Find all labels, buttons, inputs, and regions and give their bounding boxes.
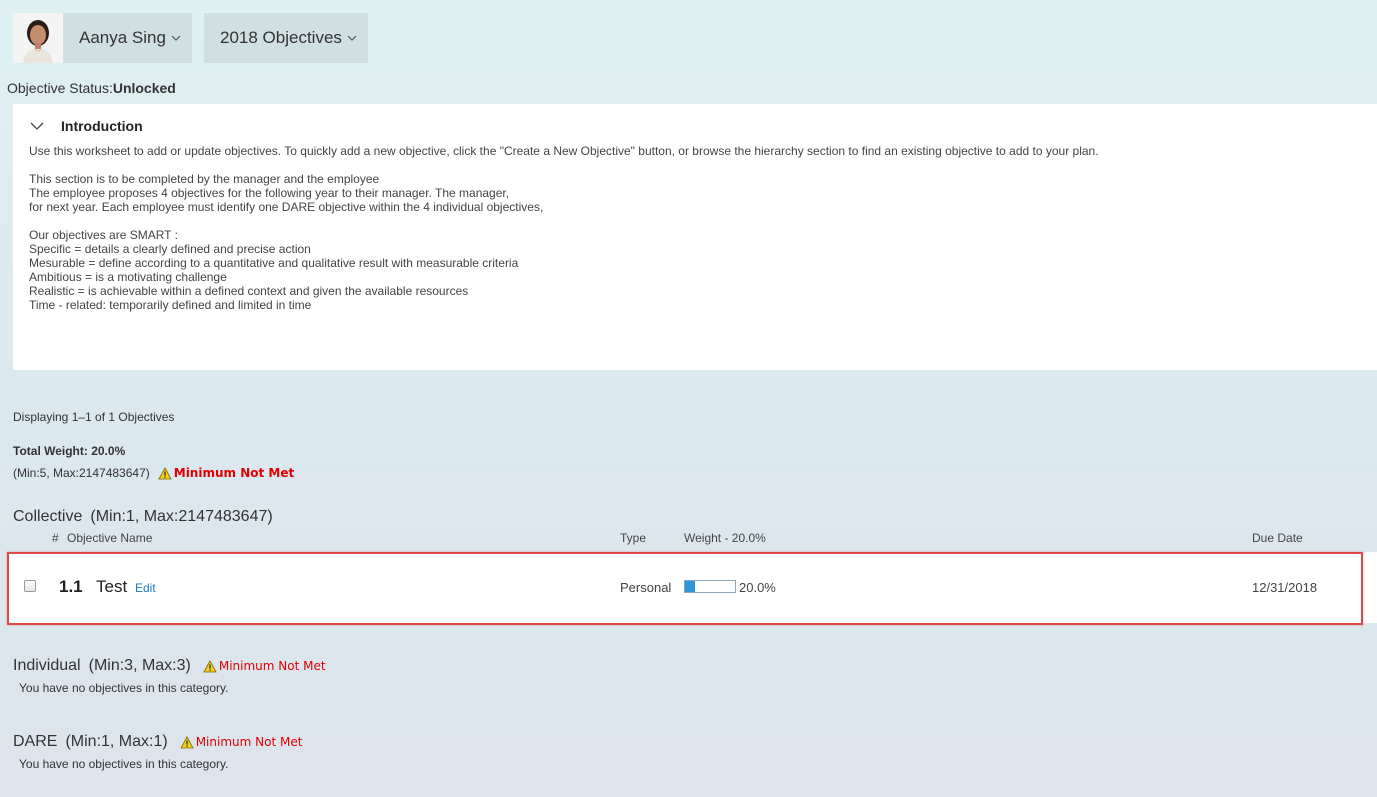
user-selector-button[interactable]: Aanya Sing [63,13,192,63]
plan-selector-button[interactable]: 2018 Objectives [204,13,368,63]
collapse-chevron-icon[interactable] [30,121,44,131]
intro-line: Ambitious = is a motivating challenge [29,270,227,284]
category-name: DARE [13,733,58,750]
warning-text: Minimum Not Met [173,466,295,480]
total-minmax: (Min:5, Max:2147483647) Minimum Not Met [13,466,294,480]
column-name-header[interactable]: Objective Name [67,531,152,545]
column-due-header[interactable]: Due Date [1252,531,1303,545]
warning-text: Minimum Not Met [195,735,303,749]
intro-line: Time - related: temporarily defined and … [29,298,312,312]
total-weight: Total Weight: 20.0% [13,444,126,458]
status-value: Unlocked [112,80,176,96]
introduction-title[interactable]: Introduction [61,118,143,134]
category-name: Collective [13,508,83,525]
warning-triangle-icon [180,735,194,748]
weight-progress-bar [684,580,736,593]
minmax-text: (Min:5, Max:2147483647) [13,466,150,480]
introduction-text: Use this worksheet to add or update obje… [29,144,1099,312]
edit-objective-link[interactable]: Edit [135,581,156,595]
chevron-down-icon [347,35,357,41]
intro-spacer [29,158,1099,172]
column-type-header[interactable]: Type [620,531,646,545]
user-name-label: Aanya Sing [79,28,166,47]
status-label: Objective Status: [7,80,113,96]
category-range: (Min:3, Max:3) [88,657,191,674]
warning-triangle-icon [203,659,217,672]
objective-name[interactable]: Test [96,577,127,597]
intro-line: The employee proposes 4 objectives for t… [29,186,510,200]
column-weight-header[interactable]: Weight - 20.0% [684,531,766,545]
category-collective-title: Collective (Min:1, Max:2147483647) [13,508,273,526]
objective-due-date: 12/31/2018 [1252,580,1318,595]
individual-empty-message: You have no objectives in this category. [19,681,229,695]
dare-empty-message: You have no objectives in this category. [19,757,229,771]
intro-line: This section is to be completed by the m… [29,172,380,186]
minimum-warning: Minimum Not Met [180,735,303,749]
category-name: Individual [13,657,81,674]
intro-line: Our objectives are SMART : [29,228,178,242]
weight-progress-fill [685,581,695,592]
minimum-warning: Minimum Not Met [203,659,326,673]
warning-text: Minimum Not Met [218,659,326,673]
column-number-header: # [52,531,59,545]
category-range: (Min:1, Max:2147483647) [90,508,273,525]
plan-name-label: 2018 Objectives [220,28,342,47]
avatar [13,13,63,63]
objective-number: 1.1 [59,577,83,596]
intro-line: for next year. Each employee must identi… [29,200,544,214]
category-individual-title: Individual (Min:3, Max:3) Minimum Not Me… [13,657,326,675]
displaying-count: Displaying 1–1 of 1 Objectives [13,410,175,424]
introduction-panel: Introduction Use this worksheet to add o… [13,104,1377,370]
intro-line: Realistic = is achievable within a defin… [29,284,469,298]
intro-line: Use this worksheet to add or update obje… [29,144,1099,158]
minimum-warning: Minimum Not Met [158,466,294,480]
chevron-down-icon [171,35,181,41]
objective-select-checkbox[interactable] [24,580,36,592]
objective-weight: 20.0% [739,580,776,595]
objective-status: Objective Status:Unlocked [7,80,176,96]
objective-type: Personal [620,580,672,595]
category-range: (Min:1, Max:1) [65,733,168,750]
warning-triangle-icon [158,466,172,479]
category-dare-title: DARE (Min:1, Max:1) Minimum Not Met [13,733,302,751]
intro-line: Mesurable = define according to a quanti… [29,256,519,270]
intro-line: Specific = details a clearly defined and… [29,242,311,256]
intro-spacer [29,214,1099,228]
